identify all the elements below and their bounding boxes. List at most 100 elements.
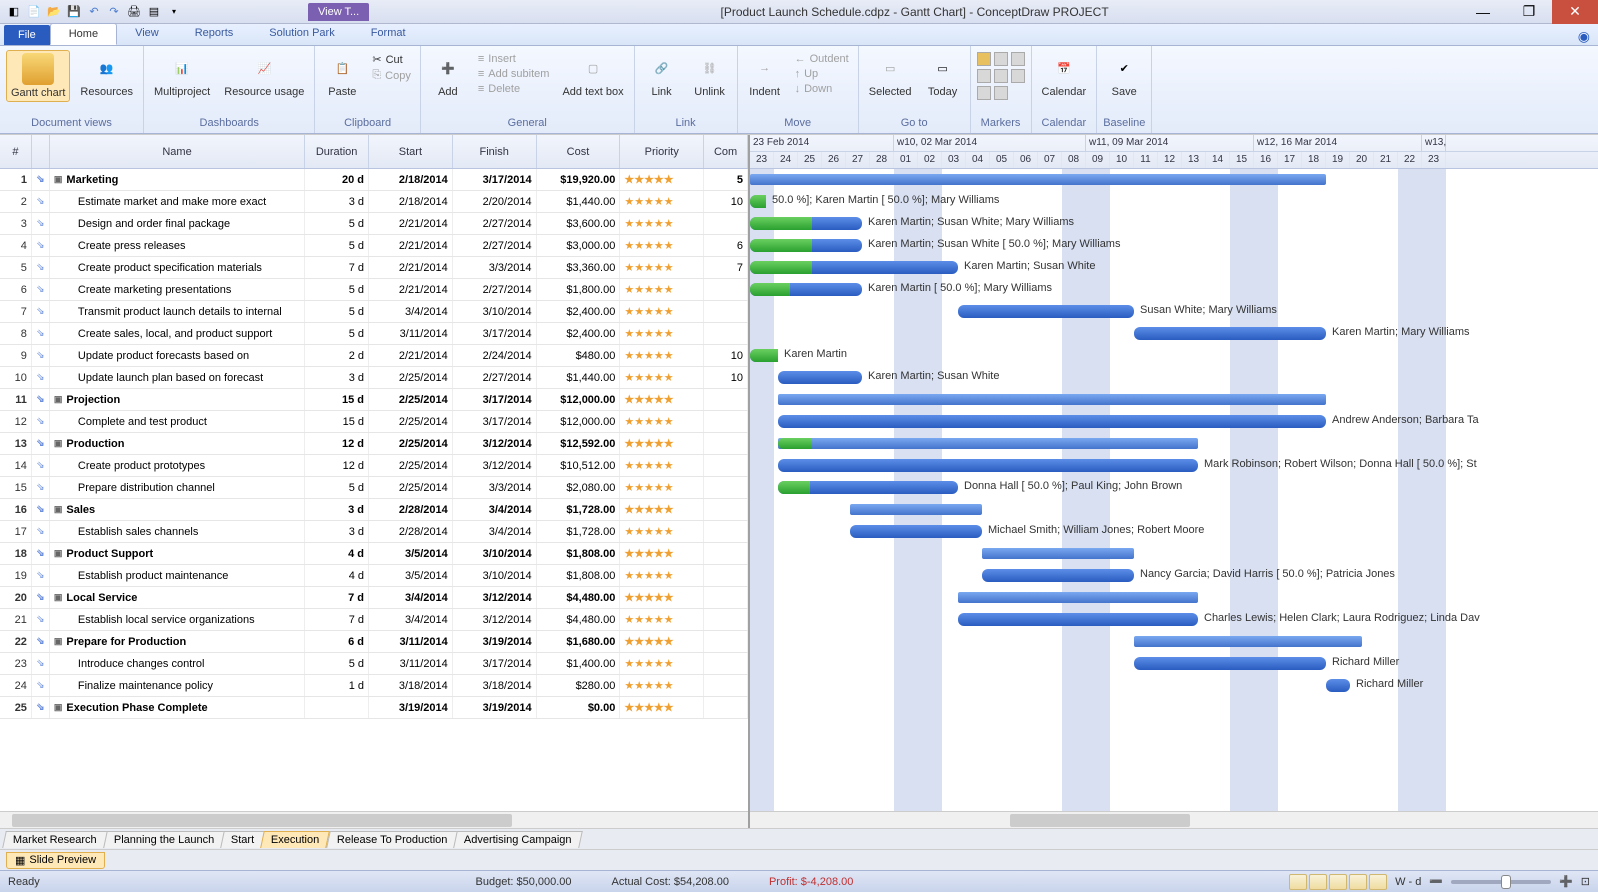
priority-cell[interactable]: ★★★★★ — [620, 521, 704, 542]
gantt-bar[interactable] — [850, 504, 982, 515]
complete-cell[interactable] — [704, 697, 748, 718]
gantt-bar[interactable]: Karen Martin; Mary Williams — [1134, 327, 1326, 340]
duration-cell[interactable]: 15 d — [305, 389, 369, 410]
finish-cell[interactable]: 3/12/2014 — [453, 587, 537, 608]
finish-cell[interactable]: 3/12/2014 — [453, 433, 537, 454]
finish-cell[interactable]: 3/12/2014 — [453, 455, 537, 476]
duration-cell[interactable]: 5 d — [305, 235, 369, 256]
zoom-out-icon[interactable]: ➖ — [1429, 875, 1443, 888]
cost-cell[interactable]: $1,808.00 — [537, 543, 621, 564]
task-name-cell[interactable]: Create product prototypes — [50, 455, 305, 476]
task-name-cell[interactable]: Update launch plan based on forecast — [50, 367, 305, 388]
sheet-tab-start[interactable]: Start — [220, 831, 265, 848]
complete-cell[interactable]: 10 — [704, 367, 748, 388]
complete-cell[interactable] — [704, 521, 748, 542]
duration-cell[interactable]: 2 d — [305, 345, 369, 366]
cost-cell[interactable]: $2,400.00 — [537, 301, 621, 322]
maximize-button[interactable]: ❐ — [1506, 0, 1552, 24]
copy-button[interactable]: ⎘Copy — [369, 68, 414, 83]
duration-cell[interactable]: 5 d — [305, 653, 369, 674]
finish-cell[interactable]: 2/27/2014 — [453, 367, 537, 388]
cost-cell[interactable]: $12,000.00 — [537, 389, 621, 410]
cost-cell[interactable]: $1,728.00 — [537, 499, 621, 520]
finish-cell[interactable]: 3/17/2014 — [453, 323, 537, 344]
start-cell[interactable]: 2/21/2014 — [369, 235, 453, 256]
priority-cell[interactable]: ★★★★★ — [620, 367, 704, 388]
complete-cell[interactable] — [704, 301, 748, 322]
gantt-body[interactable]: 50.0 %]; Karen Martin [ 50.0 %]; Mary Wi… — [750, 169, 1598, 811]
task-name-cell[interactable]: Prepare distribution channel — [50, 477, 305, 498]
gantt-bar[interactable]: Charles Lewis; Helen Clark; Laura Rodrig… — [958, 613, 1198, 626]
resources-button[interactable]: 👥 Resources — [76, 50, 137, 100]
multiproject-button[interactable]: 📊 Multiproject — [150, 50, 214, 100]
finish-cell[interactable]: 2/20/2014 — [453, 191, 537, 212]
menu-solution-park[interactable]: Solution Park — [251, 23, 352, 45]
gantt-bar[interactable]: Susan White; Mary Williams — [958, 305, 1134, 318]
insert-button[interactable]: ≡Insert — [475, 52, 553, 66]
task-row[interactable]: 24⇘Finalize maintenance policy1 d3/18/20… — [0, 675, 748, 697]
priority-cell[interactable]: ★★★★★ — [620, 653, 704, 674]
cost-cell[interactable]: $1,800.00 — [537, 279, 621, 300]
task-row[interactable]: 5⇘Create product specification materials… — [0, 257, 748, 279]
task-name-cell[interactable]: ▣Projection — [50, 389, 305, 410]
up-button[interactable]: ↑Up — [792, 67, 852, 81]
task-name-cell[interactable]: ▣Marketing — [50, 169, 305, 190]
gantt-bar[interactable] — [1134, 636, 1362, 647]
sheet-tab-execution[interactable]: Execution — [261, 831, 331, 848]
start-cell[interactable]: 2/25/2014 — [369, 433, 453, 454]
cost-cell[interactable]: $12,000.00 — [537, 411, 621, 432]
grid-h-scrollbar[interactable] — [0, 811, 748, 828]
duration-cell[interactable]: 7 d — [305, 257, 369, 278]
save-icon[interactable]: 💾 — [66, 4, 82, 20]
col-finish[interactable]: Finish — [453, 135, 537, 168]
print-preview-icon[interactable]: ▤ — [146, 4, 162, 20]
cost-cell[interactable]: $19,920.00 — [537, 169, 621, 190]
duration-cell[interactable]: 6 d — [305, 631, 369, 652]
finish-cell[interactable]: 3/10/2014 — [453, 565, 537, 586]
start-cell[interactable]: 2/21/2014 — [369, 257, 453, 278]
view-btn-2[interactable] — [1309, 874, 1327, 890]
priority-cell[interactable]: ★★★★★ — [620, 477, 704, 498]
add-text-box-button[interactable]: ▢ Add text box — [558, 50, 627, 100]
complete-cell[interactable] — [704, 543, 748, 564]
outline-toggle-icon[interactable]: ▣ — [54, 438, 63, 449]
close-button[interactable]: ✕ — [1552, 0, 1598, 24]
sheet-tab-release-to-production[interactable]: Release To Production — [326, 831, 458, 848]
complete-cell[interactable] — [704, 279, 748, 300]
duration-cell[interactable]: 4 d — [305, 543, 369, 564]
marker-7[interactable] — [977, 86, 991, 100]
task-row[interactable]: 4⇘Create press releases5 d2/21/20142/27/… — [0, 235, 748, 257]
marker-8[interactable] — [994, 86, 1008, 100]
gantt-bar[interactable] — [778, 438, 1198, 449]
gantt-bar[interactable]: Karen Martin; Susan White [ 50.0 %]; Mar… — [750, 239, 862, 252]
priority-cell[interactable]: ★★★★★ — [620, 213, 704, 234]
task-name-cell[interactable]: Finalize maintenance policy — [50, 675, 305, 696]
gantt-bar[interactable]: Nancy Garcia; David Harris [ 50.0 %]; Pa… — [982, 569, 1134, 582]
minimize-button[interactable]: — — [1460, 0, 1506, 24]
task-row[interactable]: 6⇘Create marketing presentations5 d2/21/… — [0, 279, 748, 301]
priority-cell[interactable]: ★★★★★ — [620, 345, 704, 366]
add-subitem-button[interactable]: ≡Add subitem — [475, 67, 553, 81]
duration-cell[interactable]: 3 d — [305, 499, 369, 520]
new-icon[interactable]: 📄 — [26, 4, 42, 20]
marker-5[interactable] — [994, 69, 1008, 83]
outline-toggle-icon[interactable]: ▣ — [54, 636, 63, 647]
duration-cell[interactable]: 7 d — [305, 587, 369, 608]
cost-cell[interactable]: $3,600.00 — [537, 213, 621, 234]
start-cell[interactable]: 2/18/2014 — [369, 191, 453, 212]
task-row[interactable]: 18⇘▣Product Support4 d3/5/20143/10/2014$… — [0, 543, 748, 565]
task-row[interactable]: 3⇘Design and order final package5 d2/21/… — [0, 213, 748, 235]
cost-cell[interactable]: $1,808.00 — [537, 565, 621, 586]
sheet-tab-planning-the-launch[interactable]: Planning the Launch — [103, 831, 225, 848]
task-row[interactable]: 16⇘▣Sales3 d2/28/20143/4/2014$1,728.00★★… — [0, 499, 748, 521]
complete-cell[interactable] — [704, 565, 748, 586]
complete-cell[interactable]: 10 — [704, 345, 748, 366]
start-cell[interactable]: 3/4/2014 — [369, 609, 453, 630]
duration-cell[interactable]: 4 d — [305, 565, 369, 586]
complete-cell[interactable]: 6 — [704, 235, 748, 256]
task-row[interactable]: 1⇘▣Marketing20 d2/18/20143/17/2014$19,92… — [0, 169, 748, 191]
duration-cell[interactable]: 5 d — [305, 323, 369, 344]
task-row[interactable]: 12⇘Complete and test product15 d2/25/201… — [0, 411, 748, 433]
gantt-chart-button[interactable]: Gantt chart — [6, 50, 70, 102]
print-icon[interactable]: 🖨 — [126, 4, 142, 20]
